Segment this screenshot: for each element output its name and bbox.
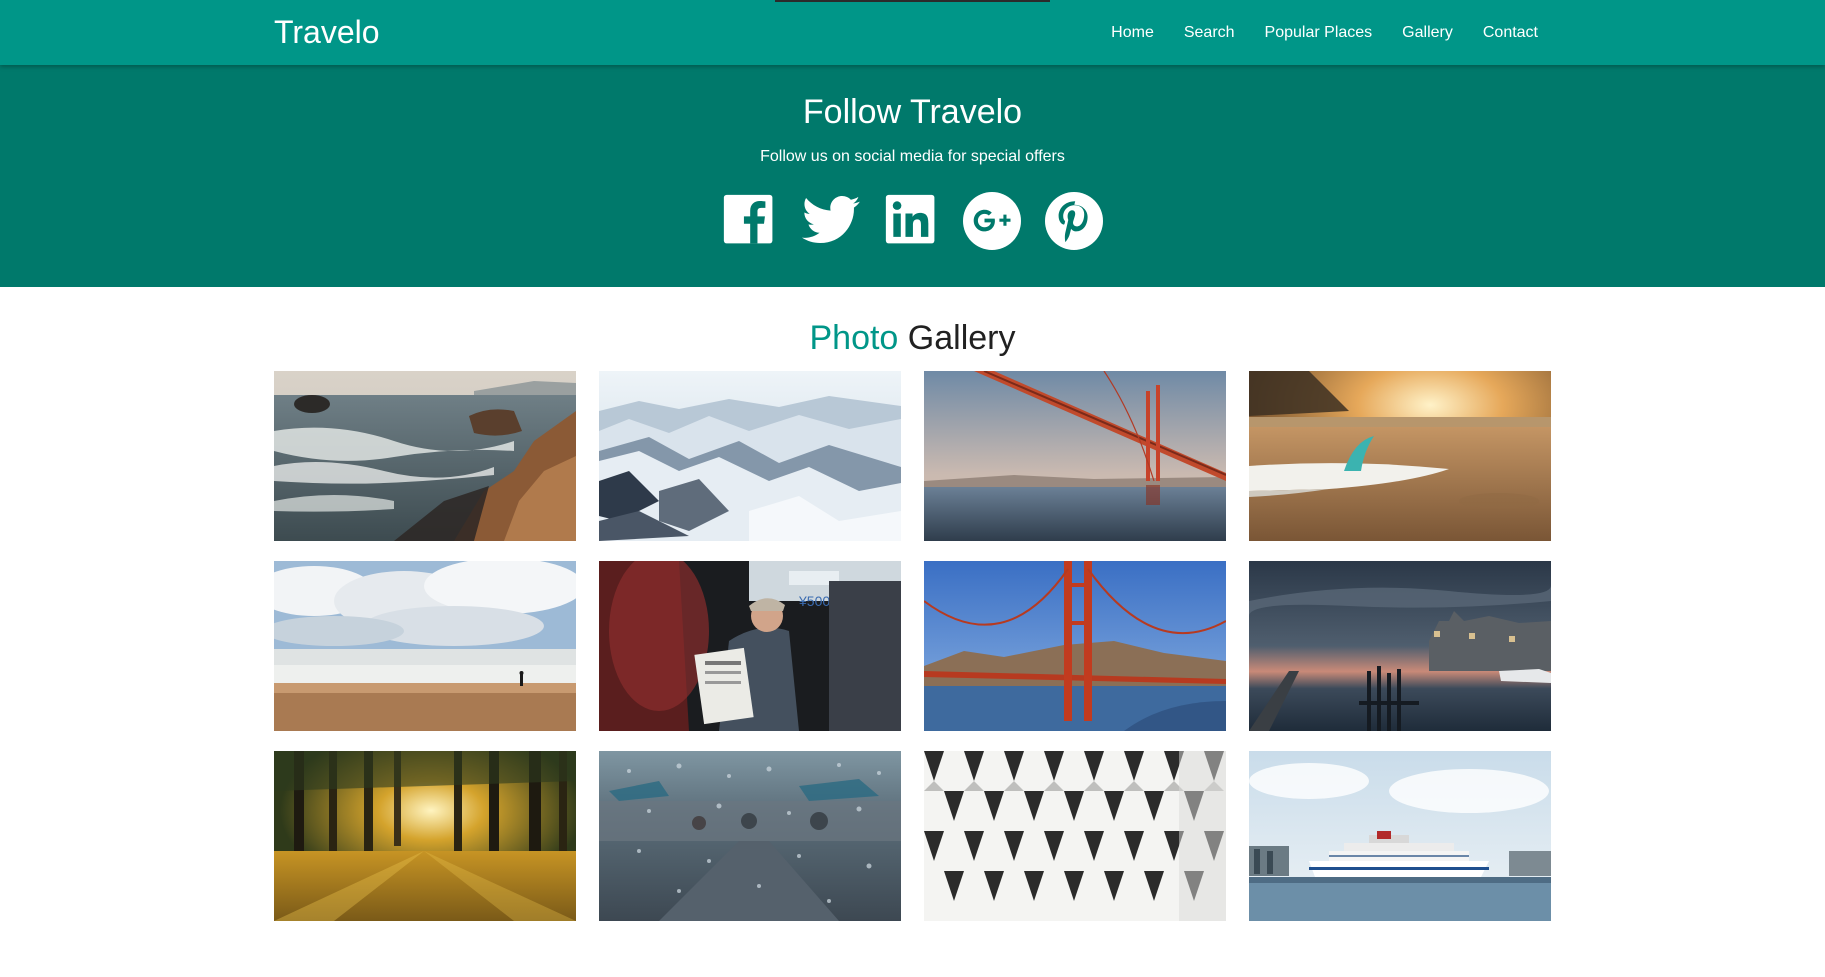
nav-link-search[interactable]: Search — [1184, 24, 1235, 42]
navbar-top-edge — [775, 0, 1050, 2]
nav-link-home[interactable]: Home — [1111, 24, 1154, 42]
google-plus-icon[interactable] — [962, 191, 1022, 251]
top-navbar: Travelo Home Search Popular Places Galle… — [0, 0, 1825, 65]
twitter-icon[interactable] — [800, 195, 862, 247]
gallery-title: Photo Gallery — [0, 316, 1825, 360]
brand-logo[interactable]: Travelo — [274, 12, 380, 52]
suspension-bridge-underside-photo[interactable] — [924, 371, 1226, 541]
follow-section: Follow Travelo Follow us on social media… — [0, 65, 1825, 287]
gallery-title-accent: Photo — [809, 319, 899, 357]
sunlit-forest-photo[interactable] — [274, 751, 576, 921]
social-icons — [0, 190, 1825, 252]
snowy-mountains-photo[interactable] — [599, 371, 901, 541]
photo-grid: ¥500 — [274, 371, 1552, 921]
facebook-icon[interactable] — [722, 193, 778, 249]
cruise-ship-port-photo[interactable] — [1249, 751, 1551, 921]
rocky-coast-waves-photo[interactable] — [274, 371, 576, 541]
nav-menu: Home Search Popular Places Gallery Conta… — [1081, 0, 1538, 65]
nav-link-gallery[interactable]: Gallery — [1402, 24, 1453, 42]
follow-title: Follow Travelo — [802, 93, 1023, 131]
follow-subtitle: Follow us on social media for special of… — [760, 148, 1065, 165]
svg-text:¥500: ¥500 — [798, 593, 830, 609]
cloudy-beach-person-photo[interactable] — [274, 561, 576, 731]
man-reading-newspaper-on-train-photo[interactable]: ¥500 — [599, 561, 901, 731]
rainy-window-street-photo[interactable] — [599, 751, 901, 921]
golden-gate-bridge-photo[interactable] — [924, 561, 1226, 731]
harbor-pier-dusk-photo[interactable] — [1249, 561, 1551, 731]
linkedin-icon[interactable] — [884, 193, 940, 249]
white-geometric-facade-photo[interactable] — [924, 751, 1226, 921]
gallery-title-rest: Gallery — [907, 319, 1016, 357]
nav-link-popular-places[interactable]: Popular Places — [1265, 24, 1373, 42]
nav-link-contact[interactable]: Contact — [1483, 24, 1538, 42]
pinterest-icon[interactable] — [1044, 191, 1104, 251]
surfboard-on-beach-sunset-photo[interactable] — [1249, 371, 1551, 541]
